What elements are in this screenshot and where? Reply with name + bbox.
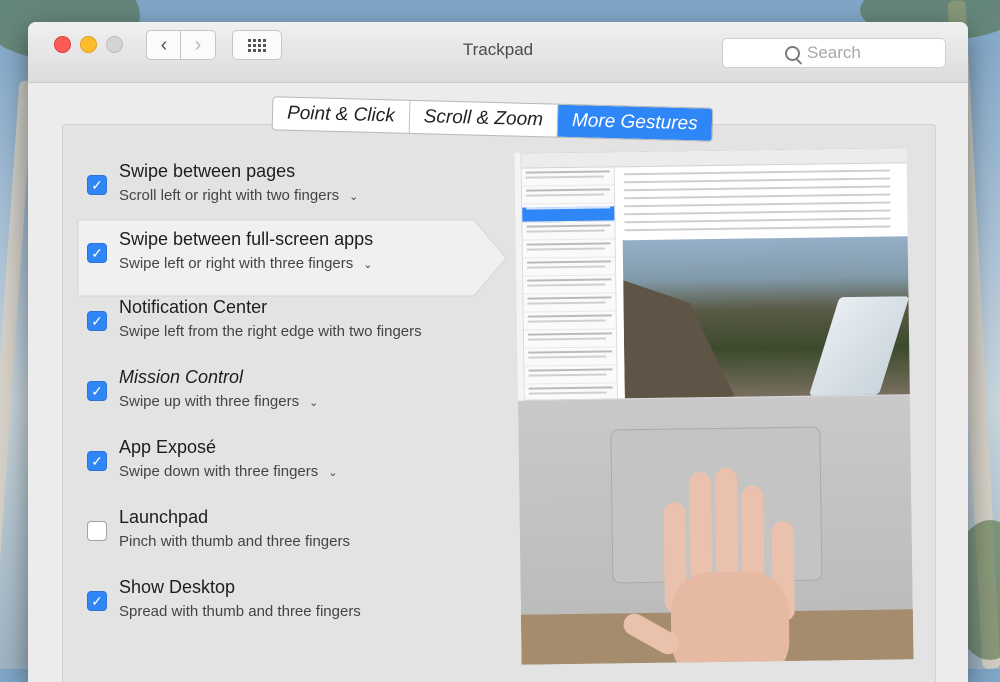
gesture-subtitle: Swipe down with three fingers: [119, 463, 319, 480]
gesture-title: App Exposé: [119, 437, 217, 457]
gesture-title: Swipe between pages: [119, 161, 296, 181]
search-field[interactable]: Search: [722, 38, 946, 68]
checkmark-icon: ✓: [91, 244, 103, 261]
gesture-option-popup[interactable]: Swipe down with three fingers ⌄: [119, 463, 338, 480]
gesture-option-popup[interactable]: Scroll left or right with two fingers ⌄: [119, 187, 358, 204]
gesture-subtitle: Swipe up with three fingers: [119, 393, 300, 410]
gesture-preview-video: [514, 147, 914, 665]
checkmark-icon: ✓: [91, 592, 103, 609]
preview-mail-screenshot: [520, 147, 914, 439]
preview-message-list: [521, 167, 618, 439]
checkmark-icon: ✓: [91, 312, 103, 329]
gesture-subtitle: Scroll left or right with two fingers: [119, 187, 340, 204]
gesture-notification-center[interactable]: ✓ Notification Center Swipe left from th…: [87, 297, 507, 357]
gesture-title: Mission Control: [119, 367, 244, 387]
trackpad-preferences-window: ‹ › Trackpad Search ✓ Swipe between page…: [28, 22, 968, 682]
title-bar: ‹ › Trackpad Search: [28, 22, 968, 83]
gesture-subtitle: Swipe left from the right edge with two …: [119, 323, 422, 340]
gesture-subtitle: Swipe left or right with three fingers: [119, 255, 354, 272]
notification-center-checkbox[interactable]: ✓: [87, 311, 107, 331]
tab-point-and-click[interactable]: Point & Click: [272, 97, 411, 133]
preview-hand: [619, 461, 796, 665]
show-desktop-checkbox[interactable]: ✓: [87, 591, 107, 611]
gesture-option-popup[interactable]: Swipe up with three fingers ⌄: [119, 393, 318, 410]
tab-more-gestures[interactable]: More Gestures: [557, 104, 713, 141]
app-expose-checkbox[interactable]: ✓: [87, 451, 107, 471]
search-icon: [785, 46, 800, 61]
mission-control-checkbox[interactable]: ✓: [87, 381, 107, 401]
gesture-launchpad[interactable]: Launchpad Pinch with thumb and three fin…: [87, 507, 507, 567]
gesture-option-popup[interactable]: Swipe left or right with three fingers ⌄: [119, 255, 373, 272]
chevron-down-icon: ⌄: [349, 190, 359, 203]
checkmark-icon: ✓: [91, 176, 103, 193]
preview-landscape-photo: [622, 236, 913, 399]
search-placeholder: Search: [807, 43, 861, 62]
gesture-title: Show Desktop: [119, 577, 236, 597]
gesture-title: Notification Center: [119, 297, 268, 317]
swipe-between-pages-checkbox[interactable]: ✓: [87, 175, 107, 195]
gesture-subtitle: Spread with thumb and three fingers: [119, 603, 361, 620]
gesture-app-expose[interactable]: ✓ App Exposé Swipe down with three finge…: [87, 437, 507, 497]
chevron-down-icon: ⌄: [363, 258, 373, 271]
chevron-down-icon: ⌄: [309, 396, 319, 409]
gesture-show-desktop[interactable]: ✓ Show Desktop Spread with thumb and thr…: [87, 577, 507, 637]
gesture-subtitle: Pinch with thumb and three fingers: [119, 533, 350, 550]
preview-laptop: [517, 395, 914, 665]
gesture-title: Swipe between full-screen apps: [119, 229, 374, 249]
gesture-swipe-between-full-screen-apps[interactable]: ✓ Swipe between full-screen apps Swipe l…: [75, 229, 485, 289]
swipe-between-apps-checkbox[interactable]: ✓: [87, 243, 107, 263]
gesture-mission-control[interactable]: ✓ Mission Control Swipe up with three fi…: [87, 367, 507, 427]
checkmark-icon: ✓: [91, 382, 103, 399]
checkmark-icon: ✓: [91, 452, 103, 469]
tab-scroll-and-zoom[interactable]: Scroll & Zoom: [409, 100, 559, 137]
chevron-down-icon: ⌄: [328, 466, 338, 479]
launchpad-checkbox[interactable]: [87, 521, 107, 541]
gesture-title: Launchpad: [119, 507, 209, 527]
gesture-swipe-between-pages[interactable]: ✓ Swipe between pages Scroll left or rig…: [87, 161, 507, 221]
